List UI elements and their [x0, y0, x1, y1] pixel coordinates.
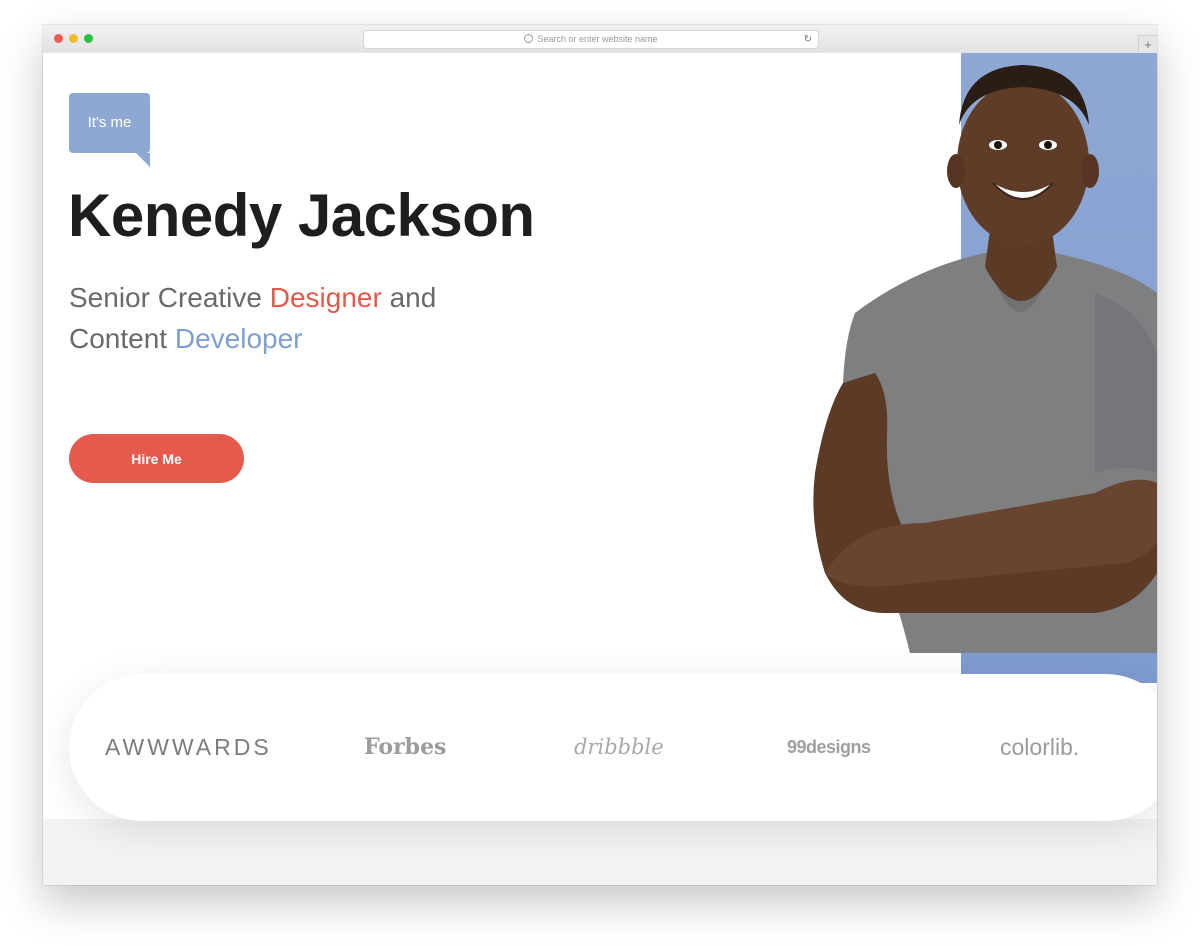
address-bar[interactable]: Search or enter website name ↻	[363, 30, 819, 49]
profile-photo	[813, 65, 1157, 653]
page-content: It's me Kenedy Jackson Senior Creative D…	[43, 53, 1157, 885]
browser-window: Search or enter website name ↻ + It's me…	[43, 25, 1157, 885]
client-logos-strip: AWWWARDS Forbes dribbble 99designs color…	[69, 674, 1157, 821]
browser-titlebar: Search or enter website name ↻ +	[43, 25, 1157, 54]
logo-99designs: 99designs	[787, 737, 871, 757]
reload-icon[interactable]: ↻	[804, 31, 812, 48]
tagline-text: Senior Creative	[69, 282, 270, 313]
logo-forbes: Forbes	[364, 734, 447, 760]
tagline-highlight-developer: Developer	[174, 323, 303, 354]
logo-dribbble: dribbble	[574, 735, 664, 759]
logo-colorlib: colorlib.	[1000, 734, 1080, 760]
close-window-button[interactable]	[54, 34, 63, 43]
new-tab-button[interactable]: +	[1138, 35, 1157, 54]
hero-name: Kenedy Jackson	[68, 182, 535, 249]
hire-me-button[interactable]: Hire Me	[69, 434, 244, 483]
tagline-highlight-designer: Designer	[269, 282, 382, 313]
tagline-text: and	[381, 282, 437, 313]
hero-tagline: Senior Creative Designer and Content Dev…	[69, 277, 436, 359]
address-placeholder: Search or enter website name	[537, 34, 658, 44]
section-divider-band	[43, 819, 1157, 885]
maximize-window-button[interactable]	[84, 34, 93, 43]
search-icon	[524, 34, 534, 43]
logo-awwwards: AWWWARDS	[105, 734, 272, 760]
minimize-window-button[interactable]	[69, 34, 78, 43]
its-me-badge: It's me	[69, 93, 150, 167]
tagline-text: Content	[69, 323, 175, 354]
